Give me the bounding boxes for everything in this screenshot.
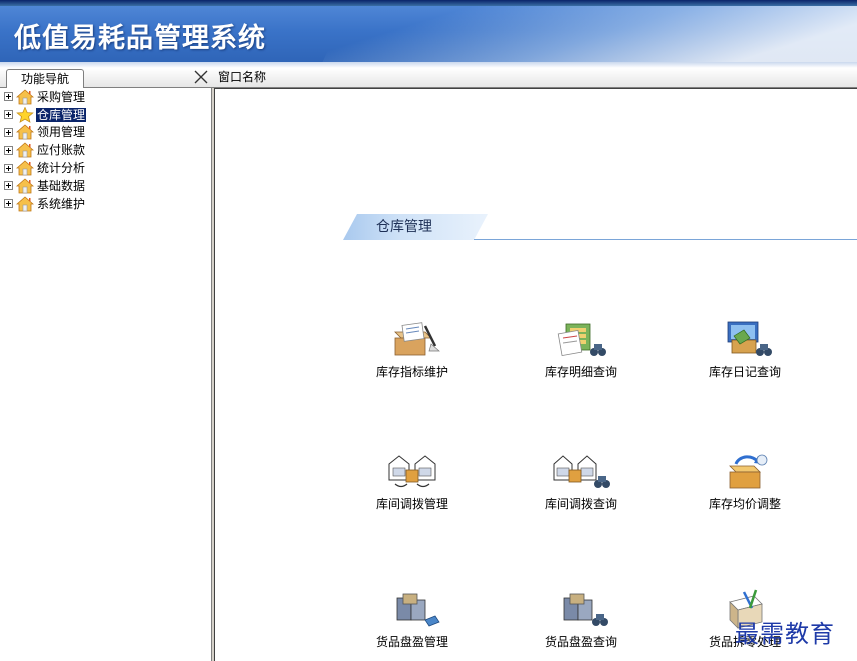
function-average-price-adjust[interactable]: 库存均价调整	[685, 450, 805, 512]
function-label: 库存明细查询	[544, 365, 617, 379]
function-surplus-query[interactable]: 货品盘盈查询	[521, 588, 641, 650]
crates-binoculars-icon	[563, 593, 608, 626]
warehouse-transfer-icon	[388, 455, 436, 488]
house-icon	[16, 160, 34, 176]
function-label: 库存指标维护	[375, 365, 448, 379]
tree-item-label: 应付账款	[37, 143, 86, 158]
function-transfer-management[interactable]: 库间调拨管理	[352, 450, 472, 512]
house-icon	[16, 196, 34, 212]
function-label: 货品盘盈查询	[544, 635, 617, 649]
tree-item-label: 系统维护	[37, 196, 86, 211]
house-icon	[16, 124, 34, 140]
house-icon	[16, 142, 34, 158]
function-inventory-journal-query[interactable]: 库存日记查询	[685, 318, 805, 380]
house-icon	[16, 89, 34, 105]
expand-icon[interactable]	[4, 92, 13, 102]
tree-item-label: 仓库管理	[34, 106, 88, 123]
section-header: 仓库管理	[343, 214, 857, 240]
app-banner: 低值易耗品管理系统	[0, 6, 857, 62]
tree-item-requisition[interactable]: 领用管理	[4, 124, 86, 142]
function-surplus-management[interactable]: 货品盘盈管理	[352, 588, 472, 650]
tree-item-statistics[interactable]: 统计分析	[4, 159, 86, 177]
function-label: 库存日记查询	[708, 365, 781, 379]
window-name-label: 窗口名称	[218, 70, 267, 84]
tree-item-system[interactable]: 系统维护	[4, 195, 86, 213]
function-inventory-index[interactable]: 库存指标维护	[352, 318, 472, 380]
expand-icon[interactable]	[4, 163, 13, 173]
watermark-text: 最需教育	[735, 620, 835, 648]
section-header-rule	[474, 239, 857, 240]
box-cycle-icon	[729, 454, 768, 489]
expand-icon[interactable]	[4, 199, 13, 209]
expand-icon[interactable]	[4, 145, 13, 155]
expand-icon[interactable]	[4, 181, 13, 191]
banner-glow	[302, 6, 857, 62]
function-label: 货品盘盈管理	[375, 635, 448, 649]
tree-item-label: 采购管理	[37, 89, 86, 104]
house-icon	[16, 178, 34, 194]
tab-header-row	[0, 68, 857, 88]
function-transfer-query[interactable]: 库间调拨查询	[521, 450, 641, 512]
tree-item-base-data[interactable]: 基础数据	[4, 177, 86, 195]
function-label: 库存均价调整	[708, 497, 781, 511]
expand-icon[interactable]	[4, 110, 13, 120]
nav-tree: 采购管理 仓库管理 领用管理 应付账款 统计分析 基础数据 系统维护	[4, 88, 88, 213]
app-title: 低值易耗品管理系统	[14, 23, 266, 54]
star-icon	[16, 106, 34, 123]
crates-icon	[396, 593, 440, 627]
close-x-icon[interactable]	[193, 69, 209, 85]
screen-binoculars-icon	[727, 321, 772, 356]
function-inventory-detail-query[interactable]: 库存明细查询	[521, 318, 641, 380]
tree-item-label: 基础数据	[37, 178, 86, 193]
nav-tree-panel: 采购管理 仓库管理 领用管理 应付账款 统计分析 基础数据 系统维护	[0, 88, 211, 661]
expand-icon[interactable]	[4, 127, 13, 137]
tree-item-label: 领用管理	[37, 125, 86, 140]
tree-item-warehouse[interactable]: 仓库管理	[4, 106, 88, 124]
tree-item-payables[interactable]: 应付账款	[4, 141, 86, 159]
warehouse-transfer-binoculars-icon	[553, 455, 610, 488]
ledger-binoculars-icon	[557, 323, 606, 357]
box-pen-icon	[394, 322, 440, 356]
section-title: 仓库管理	[376, 219, 432, 235]
tab-function-navigation[interactable]: 功能导航	[6, 69, 84, 88]
tree-item-purchase[interactable]: 采购管理	[4, 88, 86, 106]
function-label: 库间调拨管理	[375, 497, 448, 511]
tree-item-label: 统计分析	[37, 161, 86, 176]
function-label: 库间调拨查询	[544, 497, 617, 511]
